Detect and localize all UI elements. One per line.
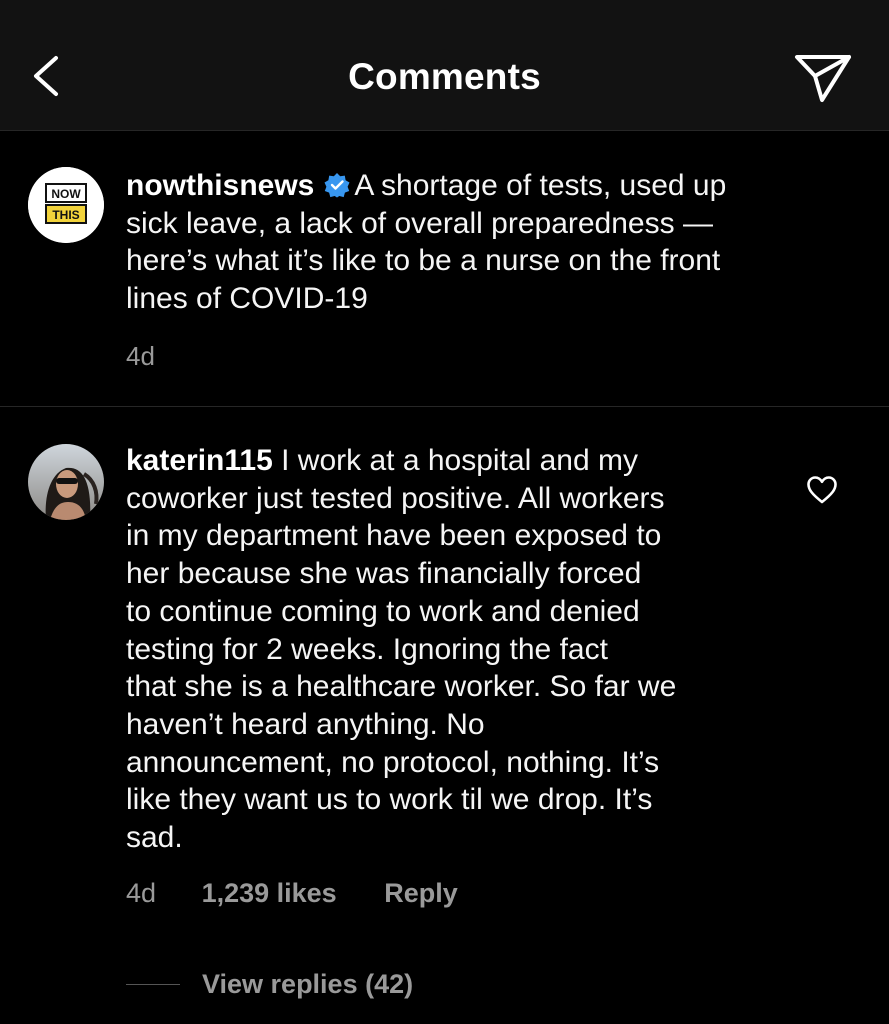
reply-button[interactable]: Reply xyxy=(384,878,458,909)
post-caption: NOW THIS nowthisnews A shortage of tests… xyxy=(0,131,889,407)
user-photo xyxy=(28,444,104,520)
heart-outline-icon xyxy=(807,476,837,504)
comment-username[interactable]: katerin115 xyxy=(126,444,273,477)
comment-line: that she is a healthcare worker. So far … xyxy=(126,670,677,704)
caption-username[interactable]: nowthisnews xyxy=(126,169,314,202)
send-button[interactable] xyxy=(792,50,854,106)
caption-line: nowthisnews A shortage of tests, used up xyxy=(126,167,826,205)
send-icon xyxy=(795,55,851,102)
caption-line-text: A shortage of tests, used up xyxy=(354,169,727,202)
avatar[interactable] xyxy=(28,444,104,520)
logo-text-now: NOW xyxy=(51,187,81,201)
comment-timestamp: 4d xyxy=(126,878,157,908)
comment-line: testing for 2 weeks. Ignoring the fact xyxy=(126,632,608,666)
comment-meta: 4d 1,239 likes Reply xyxy=(126,878,458,909)
caption-line: lines of COVID-19 xyxy=(126,282,368,316)
caption-line: sick leave, a lack of overall preparedne… xyxy=(126,206,713,240)
view-replies-button[interactable]: View replies (42) xyxy=(126,964,413,1004)
comment-line: announcement, no protocol, nothing. It’s xyxy=(126,745,660,779)
comment-item: katerin115 I work at a hospital and my c… xyxy=(0,408,889,1024)
comment-line: like they want us to work til we drop. I… xyxy=(126,783,653,817)
comment-line: coworker just tested positive. All worke… xyxy=(126,481,665,515)
caption-line: here’s what it’s like to be a nurse on t… xyxy=(126,244,721,278)
comment-line: to continue coming to work and denied xyxy=(126,594,640,628)
caption-timestamp: 4d xyxy=(126,341,155,371)
caption-text: nowthisnews A shortage of tests, used up… xyxy=(126,167,826,318)
header: Comments xyxy=(0,0,889,131)
logo-text-this: THIS xyxy=(52,208,79,222)
comment-text: katerin115 I work at a hospital and my c… xyxy=(126,442,786,857)
nowthis-logo-icon: NOW THIS xyxy=(28,167,104,243)
comment-line: sad. xyxy=(126,821,183,855)
comment-line: her because she was financially forced xyxy=(126,557,642,591)
comment-line: in my department have been exposed to xyxy=(126,519,662,553)
page-title: Comments xyxy=(348,56,541,97)
verified-badge-icon xyxy=(324,173,350,198)
likes-count[interactable]: 1,239 likes xyxy=(202,878,337,909)
avatar[interactable]: NOW THIS xyxy=(28,167,104,243)
like-button[interactable] xyxy=(806,475,838,505)
comment-line: katerin115 I work at a hospital and my xyxy=(126,442,786,480)
comment-line: haven’t heard anything. No xyxy=(126,707,485,741)
view-replies-label: View replies (42) xyxy=(202,968,414,999)
comment-line-text: I work at a hospital and my xyxy=(281,444,638,477)
divider xyxy=(126,983,180,985)
